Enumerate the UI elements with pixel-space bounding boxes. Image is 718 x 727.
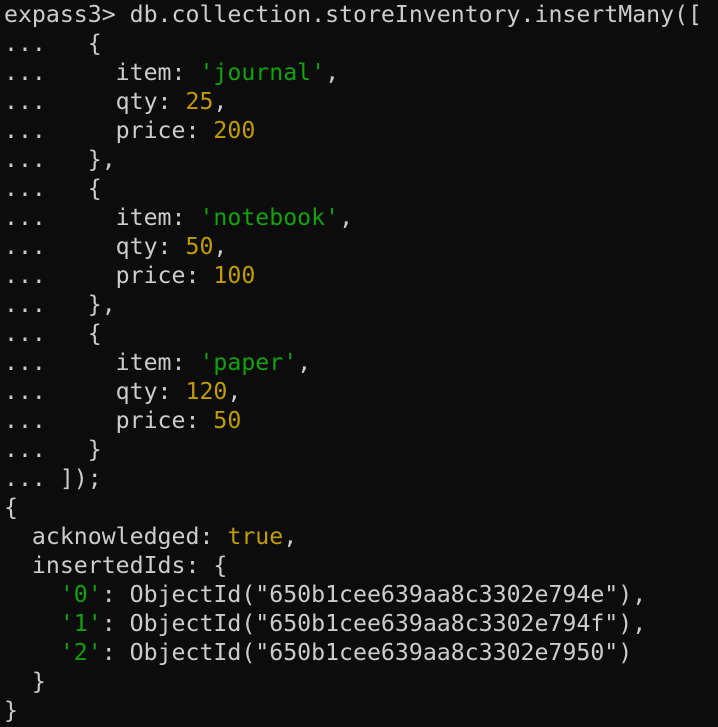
code-text: ... qty: [4, 378, 186, 405]
code-text: ... } [4, 436, 102, 463]
code-text: ... }, [4, 291, 116, 318]
code-text: , [213, 233, 228, 260]
code-text: : ObjectId("650b1cee639aa8c3302e794f"), [101, 610, 647, 637]
string-literal: 'journal' [199, 59, 326, 86]
code-text: ... { [4, 175, 102, 202]
terminal-line: '0': ObjectId("650b1cee639aa8c3302e794e"… [4, 580, 718, 609]
number-literal: 25 [185, 88, 214, 115]
code-text: , [227, 378, 242, 405]
code-text: , [325, 59, 340, 86]
terminal-output[interactable]: expass3> db.collection.storeInventory.in… [0, 0, 718, 727]
terminal-line: insertedIds: { [4, 551, 718, 580]
string-literal: '2' [59, 639, 102, 666]
number-literal: 100 [213, 262, 256, 289]
boolean-literal: true [227, 523, 284, 550]
code-text: ... qty: [4, 233, 186, 260]
terminal-line: { [4, 493, 718, 522]
code-text: insertedIds: { [4, 552, 228, 579]
code-text: : ObjectId("650b1cee639aa8c3302e7950") [101, 639, 633, 666]
code-text: acknowledged: [4, 523, 228, 550]
terminal-line: ... qty: 50, [4, 232, 718, 261]
terminal-line: } [4, 696, 718, 725]
code-text: ... { [4, 30, 102, 57]
code-text: : ObjectId("650b1cee639aa8c3302e794e"), [101, 581, 647, 608]
terminal-line: ... { [4, 29, 718, 58]
code-text: ... item: [4, 59, 200, 86]
code-text: ... item: [4, 204, 200, 231]
code-text: ... price: [4, 117, 214, 144]
terminal-line: ... ]); [4, 464, 718, 493]
terminal-line: '2': ObjectId("650b1cee639aa8c3302e7950"… [4, 638, 718, 667]
code-text: ... price: [4, 407, 214, 434]
terminal-line: acknowledged: true, [4, 522, 718, 551]
code-text: ... item: [4, 349, 200, 376]
code-text: ... { [4, 320, 102, 347]
terminal-line: ... }, [4, 145, 718, 174]
number-literal: 50 [213, 407, 242, 434]
number-literal: 200 [213, 117, 256, 144]
code-text: } [4, 697, 18, 724]
terminal-line: ... qty: 25, [4, 87, 718, 116]
terminal-line: ... item: 'notebook', [4, 203, 718, 232]
terminal-line: ... price: 100 [4, 261, 718, 290]
code-text: ... }, [4, 146, 116, 173]
terminal-line: ... { [4, 319, 718, 348]
terminal-line: } [4, 667, 718, 696]
code-text: ... qty: [4, 88, 186, 115]
terminal-line: ... qty: 120, [4, 377, 718, 406]
code-text: ... ]); [4, 465, 102, 492]
terminal-line: ... } [4, 435, 718, 464]
terminal-line: ... item: 'journal', [4, 58, 718, 87]
terminal-line: ... { [4, 174, 718, 203]
terminal-line: ... item: 'paper', [4, 348, 718, 377]
terminal-line: ... }, [4, 290, 718, 319]
code-text: expass3> db.collection.storeInventory.in… [4, 1, 703, 28]
string-literal: 'notebook' [199, 204, 340, 231]
code-text: ... price: [4, 262, 214, 289]
terminal-line: expass3> db.collection.storeInventory.in… [4, 0, 718, 29]
code-text: } [4, 668, 46, 695]
terminal-line: ... price: 200 [4, 116, 718, 145]
code-text: , [339, 204, 354, 231]
code-text: , [213, 88, 228, 115]
string-literal: '0' [59, 581, 102, 608]
number-literal: 120 [185, 378, 228, 405]
string-literal: 'paper' [199, 349, 298, 376]
number-literal: 50 [185, 233, 214, 260]
terminal-line: '1': ObjectId("650b1cee639aa8c3302e794f"… [4, 609, 718, 638]
code-text: , [297, 349, 312, 376]
code-text: , [283, 523, 298, 550]
code-text: { [4, 494, 18, 521]
terminal-line: ... price: 50 [4, 406, 718, 435]
string-literal: '1' [59, 610, 102, 637]
